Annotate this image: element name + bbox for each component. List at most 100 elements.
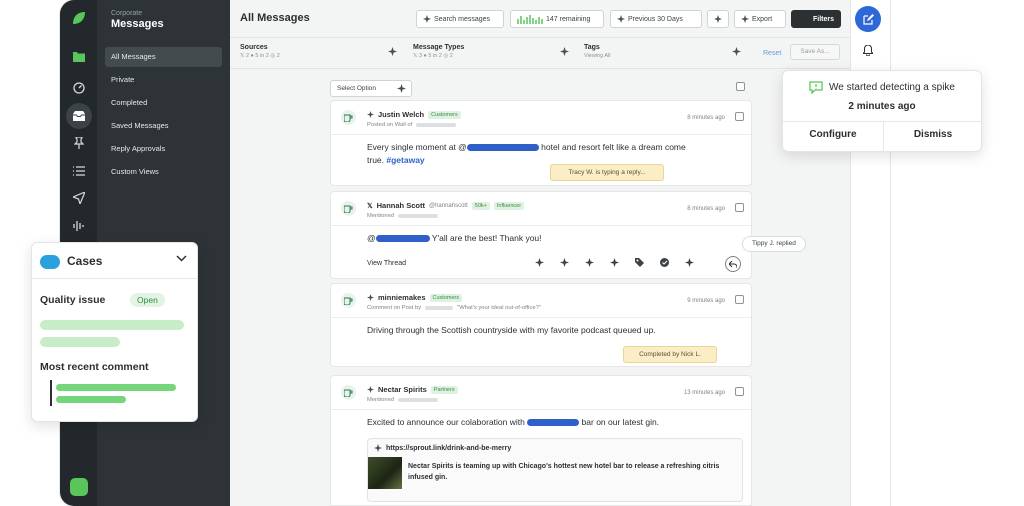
select-option-dropdown[interactable]: Select Option <box>330 80 412 97</box>
nav-item-reply-approvals[interactable]: Reply Approvals <box>105 139 222 159</box>
timestamp: 9 minutes ago <box>687 298 725 304</box>
sparkle-icon[interactable] <box>388 47 397 56</box>
sparkle-icon[interactable] <box>560 258 569 267</box>
sources-filter[interactable]: Sources 𝕏 2 ● 5 in 2 ◎ 2 <box>240 44 280 59</box>
typing-indicator: Tracy W. is typing a reply... <box>550 164 664 181</box>
tags-filter[interactable]: Tags Viewing All <box>584 44 611 59</box>
author-name[interactable]: minniemakes <box>378 293 426 302</box>
redacted-handle <box>466 144 539 152</box>
x-logo-icon: 𝕏 <box>367 202 373 210</box>
author-name[interactable]: Nectar Spirits <box>378 385 427 394</box>
filters-button[interactable]: Filters <box>791 10 841 28</box>
mug-icon <box>344 205 353 213</box>
search-messages-button[interactable]: Search messages <box>416 10 504 28</box>
ai-assist-button[interactable] <box>707 10 729 28</box>
redacted-text <box>398 398 439 402</box>
export-label: Export <box>752 15 773 23</box>
message-checkbox[interactable] <box>735 387 744 396</box>
customer-tag: Customers <box>428 110 461 119</box>
filters-label: Filters <box>812 15 834 23</box>
message-text: Every single moment at @ hotel and resor… <box>367 141 727 167</box>
author-line: Nectar Spirits Partners <box>367 385 458 394</box>
sparkle-icon[interactable] <box>560 47 569 56</box>
cases-header[interactable]: Cases <box>32 243 197 279</box>
brand-tile-icon[interactable] <box>70 478 88 496</box>
folder-icon[interactable] <box>69 46 89 66</box>
nav-title: Messages <box>111 18 164 30</box>
remaining-volume-button[interactable]: 147 remaining <box>510 10 604 28</box>
sparkle-icon[interactable] <box>610 258 619 267</box>
tag-icon[interactable] <box>635 258 644 267</box>
dismiss-button[interactable]: Dismiss <box>883 129 983 140</box>
sparkle-icon[interactable] <box>585 258 594 267</box>
compose-button[interactable] <box>855 6 881 32</box>
sparkle-icon[interactable] <box>732 47 741 56</box>
list-icon[interactable] <box>69 161 89 181</box>
view-thread-link[interactable]: View Thread <box>367 260 406 267</box>
waveform-icon[interactable] <box>69 216 89 236</box>
message-card[interactable]: Justin Welch Customers Posted on Wall of… <box>330 100 752 186</box>
sparkle-icon[interactable] <box>685 258 694 267</box>
reset-link[interactable]: Reset <box>763 50 781 57</box>
mug-icon <box>344 389 353 397</box>
post-title: "What's your ideal out-of-office?" <box>457 305 541 311</box>
avatar <box>341 201 356 216</box>
pin-icon[interactable] <box>69 133 89 153</box>
sparkle-icon <box>714 15 722 23</box>
select-all-checkbox[interactable] <box>736 82 745 91</box>
chevron-down-icon[interactable] <box>176 255 187 262</box>
text-part: Y'all are the best! Thank you! <box>429 233 542 243</box>
link-preview[interactable]: https://sprout.link/drink-and-be-merry N… <box>367 438 743 502</box>
filter-bar: Sources 𝕏 2 ● 5 in 2 ◎ 2 Message Types 𝕏… <box>230 39 850 69</box>
sources-counts: 𝕏 2 ● 5 in 2 ◎ 2 <box>240 53 280 59</box>
sparkle-icon[interactable] <box>535 258 544 267</box>
bell-icon[interactable] <box>863 45 873 56</box>
sources-label: Sources <box>240 44 268 51</box>
sprout-logo-icon[interactable] <box>71 10 87 26</box>
tags-sub: Viewing All <box>584 53 611 59</box>
sparkle-icon <box>367 111 374 118</box>
reply-button[interactable] <box>725 256 741 272</box>
message-types-label: Message Types <box>413 44 465 51</box>
timestamp: 8 minutes ago <box>687 206 725 212</box>
message-checkbox[interactable] <box>735 203 744 212</box>
link-thumbnail <box>368 457 402 489</box>
nav-item-all-messages[interactable]: All Messages <box>105 47 222 67</box>
spike-time: 2 minutes ago <box>848 101 916 112</box>
inbox-icon[interactable] <box>66 103 92 129</box>
message-checkbox[interactable] <box>735 295 744 304</box>
message-types-filter[interactable]: Message Types 𝕏 3 ● 5 in 2 ◎ 2 <box>413 44 464 59</box>
author-name[interactable]: Justin Welch <box>378 110 424 119</box>
nav-item-private[interactable]: Private <box>105 70 222 90</box>
text-part: Every single moment at @ <box>367 142 467 152</box>
gauge-icon[interactable] <box>69 78 89 98</box>
date-range-label: Previous 30 Days <box>628 15 683 23</box>
message-checkbox[interactable] <box>735 112 744 121</box>
redacted-text <box>416 123 457 127</box>
nav-context: Corporate <box>111 10 143 17</box>
message-context: Mentioned <box>367 397 439 403</box>
message-card[interactable]: minniemakes Customers Comment on Post by… <box>330 283 752 367</box>
author-name[interactable]: Hannah Scott <box>377 201 425 210</box>
date-range-button[interactable]: Previous 30 Days <box>610 10 702 28</box>
nav-item-completed[interactable]: Completed <box>105 93 222 113</box>
nav-item-saved-messages[interactable]: Saved Messages <box>105 116 222 136</box>
nav-item-custom-views[interactable]: Custom Views <box>105 162 222 182</box>
message-card[interactable]: 𝕏 Hannah Scott @hannahscott 50k+ Influen… <box>330 191 752 279</box>
sparkle-icon <box>423 15 431 23</box>
configure-button[interactable]: Configure <box>783 129 883 140</box>
export-button[interactable]: Export <box>734 10 786 28</box>
save-as-button[interactable]: Save As... <box>790 44 840 60</box>
complete-check-icon[interactable] <box>660 258 669 267</box>
customer-tag: Customers <box>429 293 463 302</box>
context-label: Mentioned <box>367 397 395 403</box>
message-card[interactable]: Nectar Spirits Partners Mentioned 13 min… <box>330 375 752 506</box>
reply-tooltip: Tippy J. replied <box>742 236 806 252</box>
hashtag-link[interactable]: #getaway <box>386 155 424 165</box>
redacted-handle <box>527 419 580 427</box>
partner-tag: Partners <box>430 385 458 394</box>
recent-comment-heading: Most recent comment <box>40 361 149 373</box>
avatar <box>341 293 356 308</box>
send-icon[interactable] <box>69 188 89 208</box>
link-url[interactable]: https://sprout.link/drink-and-be-merry <box>386 445 511 452</box>
